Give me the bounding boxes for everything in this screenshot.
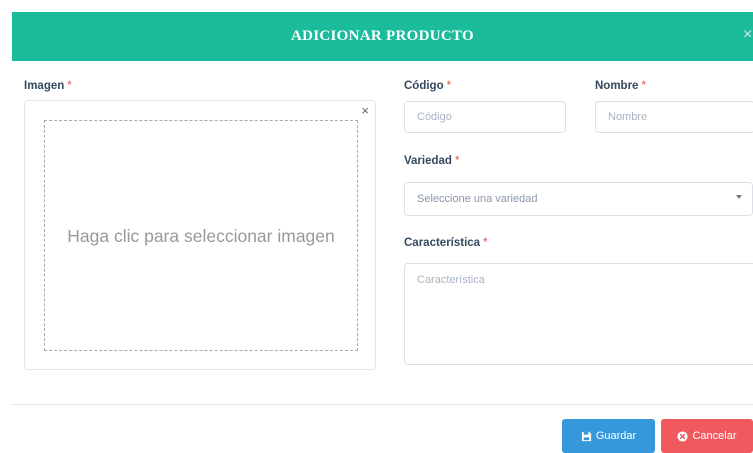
codigo-placeholder: Código — [417, 111, 452, 123]
variedad-selected-value: Seleccione una variedad — [417, 193, 538, 205]
variedad-label-text: Variedad — [404, 155, 452, 167]
remove-image-icon[interactable]: × — [361, 103, 369, 118]
required-marker: * — [454, 155, 460, 167]
nombre-placeholder: Nombre — [608, 111, 648, 123]
required-marker: * — [446, 80, 452, 92]
variedad-select[interactable]: Seleccione una variedad — [404, 182, 753, 216]
nombre-label-text: Nombre — [595, 80, 639, 92]
image-label: Imagen * — [24, 80, 72, 92]
image-select-hint: Haga clic para seleccionar imagen — [67, 225, 335, 246]
image-upload-box: × Haga clic para seleccionar imagen — [24, 100, 376, 370]
nombre-label: Nombre * — [595, 80, 646, 92]
cancel-button-label: Cancelar — [692, 430, 737, 442]
required-marker: * — [641, 80, 646, 92]
modal-title: ADICIONAR PRODUCTO — [290, 28, 475, 44]
caracteristica-textarea[interactable]: Característica — [404, 263, 753, 365]
codigo-label-text: Código — [404, 80, 444, 92]
floppy-disk-icon — [581, 431, 591, 441]
image-label-text: Imagen — [24, 80, 65, 92]
footer-divider — [12, 404, 753, 405]
required-marker: * — [67, 80, 72, 92]
caracteristica-placeholder: Característica — [417, 274, 485, 286]
caracteristica-label: Característica * — [404, 237, 488, 249]
caracteristica-label-text: Característica — [404, 237, 481, 249]
nombre-input[interactable]: Nombre — [595, 101, 753, 133]
save-button[interactable]: Guardar — [562, 419, 655, 453]
codigo-label: Código * — [404, 80, 451, 92]
chevron-down-icon — [736, 195, 742, 199]
image-dropzone[interactable]: Haga clic para seleccionar imagen — [44, 120, 358, 351]
required-marker: * — [483, 237, 488, 249]
save-button-label: Guardar — [595, 430, 637, 442]
close-icon[interactable]: × — [743, 26, 753, 44]
cancel-button[interactable]: Cancelar — [661, 419, 753, 453]
times-circle-icon — [677, 430, 689, 442]
modal-header: ADICIONAR PRODUCTO × — [12, 12, 753, 61]
variedad-label: Variedad * — [404, 155, 459, 167]
codigo-input[interactable]: Código — [404, 101, 566, 133]
